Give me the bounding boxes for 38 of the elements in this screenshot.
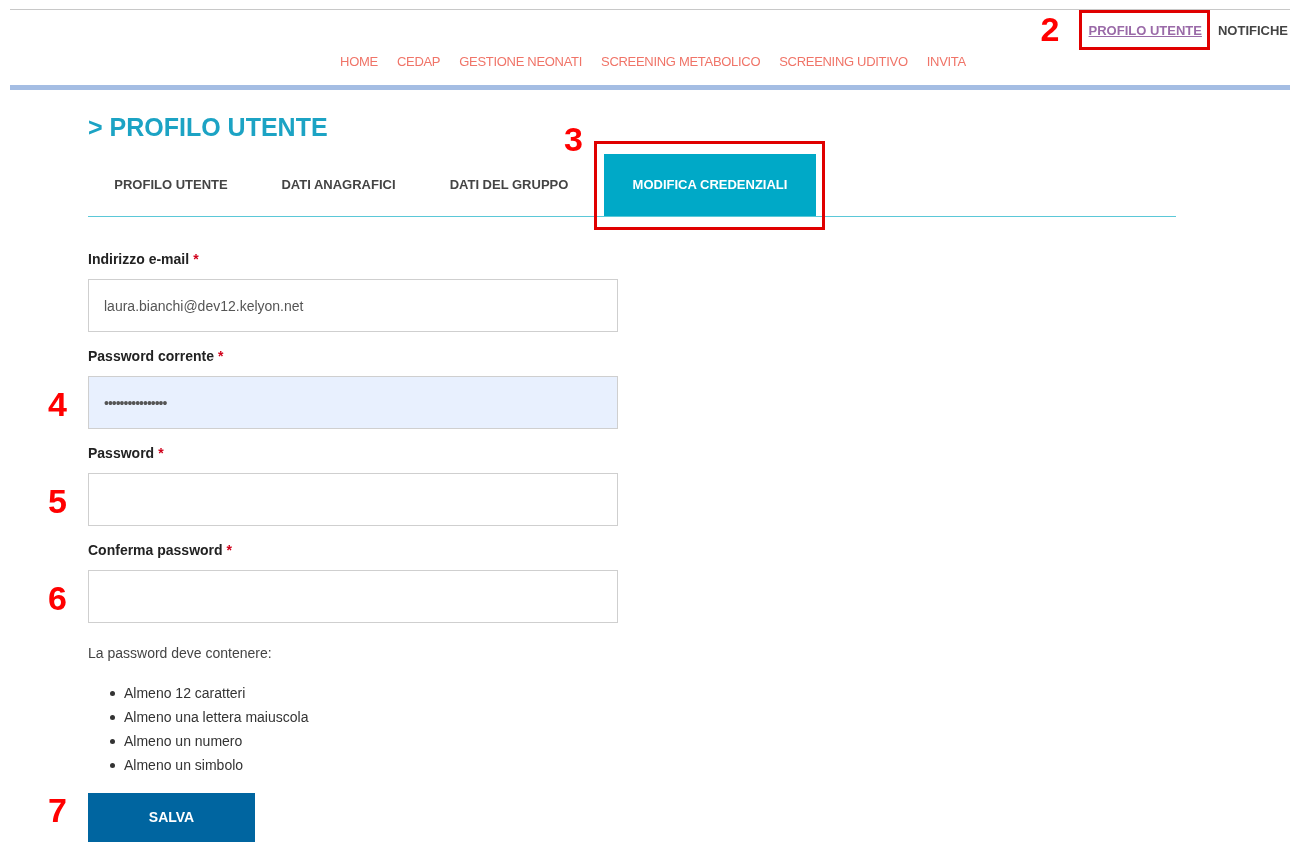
input-field[interactable]: •••••••••••••••• (88, 376, 618, 429)
field-label: Conferma password (88, 541, 223, 560)
required-mark: * (158, 444, 164, 463)
callout-number: 6 (48, 581, 67, 615)
input-field[interactable] (88, 570, 618, 623)
callout-number: 4 (48, 387, 67, 421)
required-mark: * (226, 541, 233, 560)
callout-number: 2 (1040, 12, 1060, 46)
nav-link[interactable]: SCREENING METABOLICO (601, 52, 761, 72)
bullet-icon (110, 714, 115, 720)
user-link[interactable]: NOTIFICHE (1217, 23, 1288, 38)
field-label: Indirizzo e-mail (88, 250, 190, 269)
nav-link[interactable]: SCREENING UDITIVO (779, 52, 908, 72)
field-label: Password corrente (88, 347, 215, 366)
callout-number: 7 (48, 793, 67, 827)
nav-link[interactable]: CEDAP (396, 52, 441, 72)
callout-number: 3 (564, 122, 583, 156)
nav-link[interactable]: INVITA (926, 52, 966, 72)
callout-number: 5 (48, 484, 67, 518)
rule-text: Almeno un numero (124, 731, 243, 751)
bullet-icon (110, 690, 115, 696)
required-mark: * (193, 250, 199, 269)
page-title: > PROFILO UTENTE (88, 112, 328, 142)
rule-text: Almeno una lettera maiuscola (124, 707, 309, 727)
tab[interactable]: MODIFICA CREDENZIALI (604, 154, 816, 216)
password-hint: La password deve contenere: (88, 644, 272, 663)
input-field[interactable] (88, 473, 618, 526)
user-link[interactable]: PROFILO UTENTE (1088, 23, 1202, 38)
nav-link[interactable]: GESTIONE NEONATI (459, 52, 583, 72)
nav-link[interactable]: HOME (340, 52, 378, 72)
bullet-icon (110, 738, 115, 744)
rule-text: Almeno un simbolo (124, 755, 244, 775)
save-button[interactable]: SALVA (88, 793, 255, 842)
field-label: Password (88, 444, 155, 463)
bullet-icon (110, 762, 115, 768)
input-field[interactable]: laura.bianchi@dev12.kelyon.net (88, 279, 618, 332)
required-mark: * (218, 347, 224, 366)
rule-text: Almeno 12 caratteri (124, 683, 246, 703)
